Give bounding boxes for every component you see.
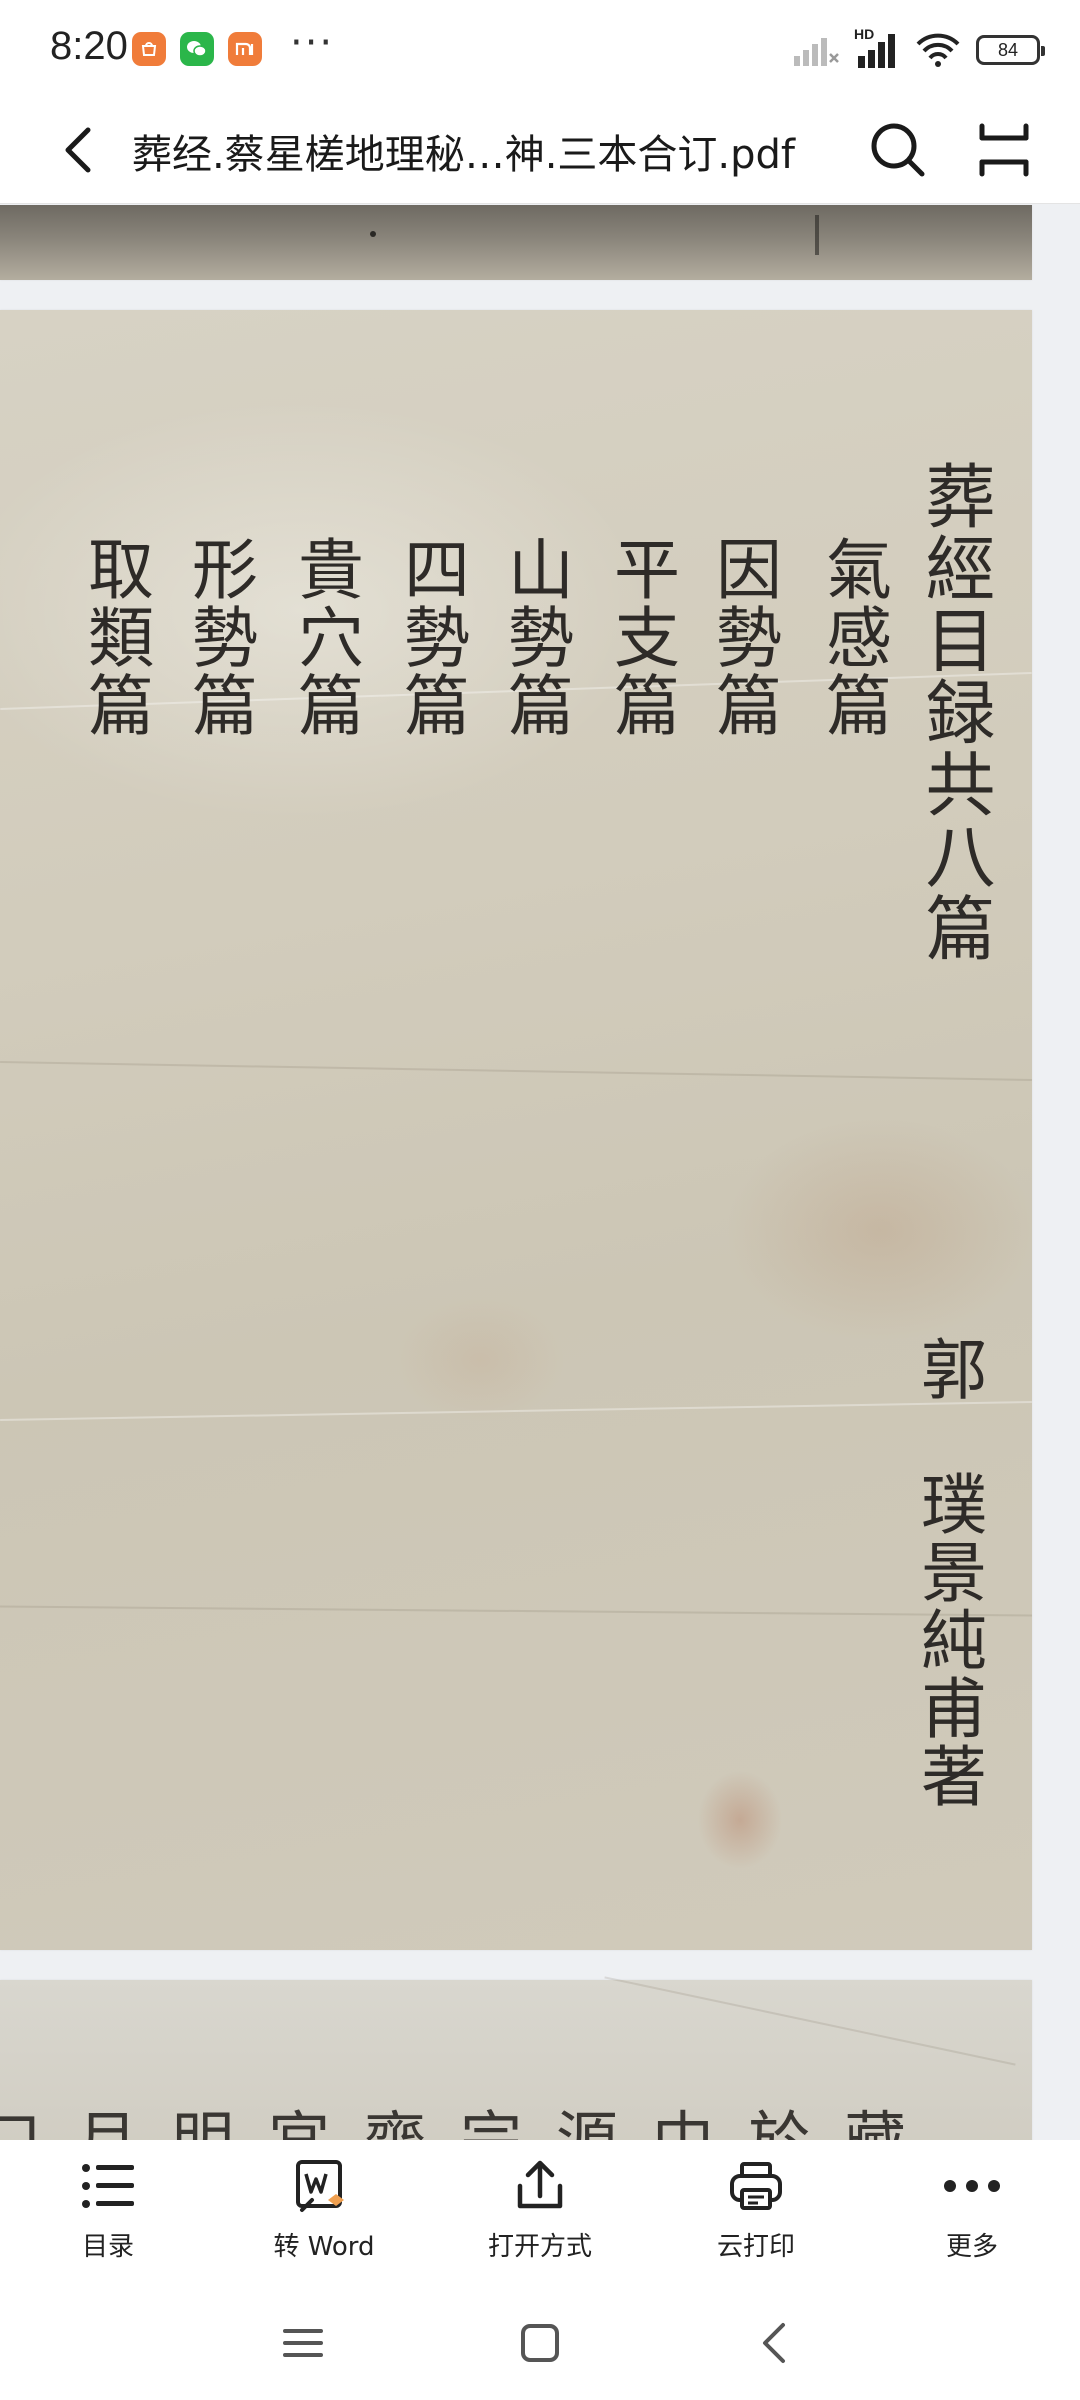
toc-entry: 取類篇	[77, 535, 154, 739]
page-crease	[0, 1400, 1032, 1422]
author-surname: 郭	[910, 1335, 987, 1403]
word-convert-icon	[292, 2154, 356, 2218]
search-button[interactable]	[866, 118, 930, 182]
toc-entry: 平支篇	[603, 535, 680, 739]
list-icon	[76, 2154, 140, 2218]
status-right: HD 84	[794, 26, 1045, 70]
toc-entry: 形勢篇	[181, 535, 258, 739]
nav-back-button[interactable]	[740, 2308, 810, 2378]
toc-entry: 四勢篇	[393, 535, 470, 739]
toc-label: 目录	[81, 2232, 134, 2262]
wifi-icon	[916, 33, 960, 67]
menu-icon	[283, 2329, 323, 2357]
toc-heading: 葬經目録共八篇	[914, 460, 996, 964]
share-icon	[508, 2154, 572, 2218]
next-page-text-line: 口月明宮齊宗源中於藏	[0, 2090, 1032, 2140]
document-viewer[interactable]: 葬經目録共八篇 氣感篇 因勢篇 平支篇 山勢篇 四勢篇 貴穴篇 形勢篇 取類篇 …	[0, 205, 1080, 2140]
system-nav-bar	[0, 2286, 1080, 2400]
status-bar: 8:20 ··· HD 84	[0, 0, 1080, 96]
current-page[interactable]: 葬經目録共八篇 氣感篇 因勢篇 平支篇 山勢篇 四勢篇 貴穴篇 形勢篇 取類篇 …	[0, 310, 1032, 1950]
scan-mode-button[interactable]	[972, 118, 1036, 182]
screen: 8:20 ··· HD 84 葬经.蔡星槎地理秘…神.三本合订.pdf 葬經目録…	[0, 0, 1080, 2400]
author-name: 璞景純甫著	[910, 1470, 987, 1810]
page-crease	[604, 1976, 1016, 2066]
page-speck	[815, 215, 819, 255]
page-crease	[0, 1605, 1032, 1617]
toc-button[interactable]: 目录	[13, 2154, 203, 2284]
battery-indicator: 84	[976, 35, 1045, 65]
back-icon	[763, 2323, 785, 2363]
nav-home-button[interactable]	[505, 2308, 575, 2378]
more-icon	[940, 2154, 1004, 2218]
page-crease	[0, 1060, 1032, 1082]
next-page[interactable]: 口月明宮齊宗源中於藏	[0, 1976, 1032, 2140]
status-more: ···	[290, 20, 335, 66]
convert-word-label: 转 Word	[273, 2232, 375, 2262]
page-speck	[370, 231, 376, 237]
signal-weak-icon	[794, 38, 839, 66]
app-header: 葬经.蔡星槎地理秘…神.三本合订.pdf	[0, 96, 1080, 204]
signal-hd: HD	[854, 26, 900, 68]
signal-strong-icon	[858, 34, 895, 68]
toc-entry: 山勢篇	[497, 535, 574, 739]
search-icon	[871, 123, 925, 177]
cloud-print-label: 云打印	[716, 2232, 795, 2262]
status-time: 8:20	[50, 24, 128, 68]
more-button[interactable]: 更多	[877, 2154, 1067, 2284]
cloud-print-button[interactable]: 云打印	[661, 2154, 851, 2284]
more-label: 更多	[945, 2232, 998, 2262]
mi-store-icon	[132, 32, 166, 66]
toc-entry: 氣感篇	[815, 535, 892, 739]
nav-menu-button[interactable]	[268, 2308, 338, 2378]
scan-icon	[979, 123, 1029, 177]
back-button[interactable]	[50, 120, 110, 180]
battery-level: 84	[997, 39, 1019, 60]
open-with-button[interactable]: 打开方式	[445, 2154, 635, 2284]
wechat-icon	[180, 32, 214, 66]
toc-entry: 貴穴篇	[287, 535, 364, 739]
convert-word-button[interactable]: 转 Word	[229, 2154, 419, 2284]
bottom-toolbar: 目录 转 Word 打开方式 云打印 更多	[0, 2140, 1080, 2286]
document-title: 葬经.蔡星槎地理秘…神.三本合订.pdf	[132, 132, 796, 178]
toc-entry: 因勢篇	[705, 535, 782, 739]
previous-page[interactable]	[0, 205, 1032, 280]
mi-icon	[228, 32, 262, 66]
next-page-text: 口月明宮齊宗源中於藏	[0, 2090, 940, 2140]
home-icon	[521, 2324, 559, 2362]
chevron-left-icon	[65, 127, 91, 173]
open-with-label: 打开方式	[487, 2232, 592, 2262]
printer-icon	[724, 2154, 788, 2218]
